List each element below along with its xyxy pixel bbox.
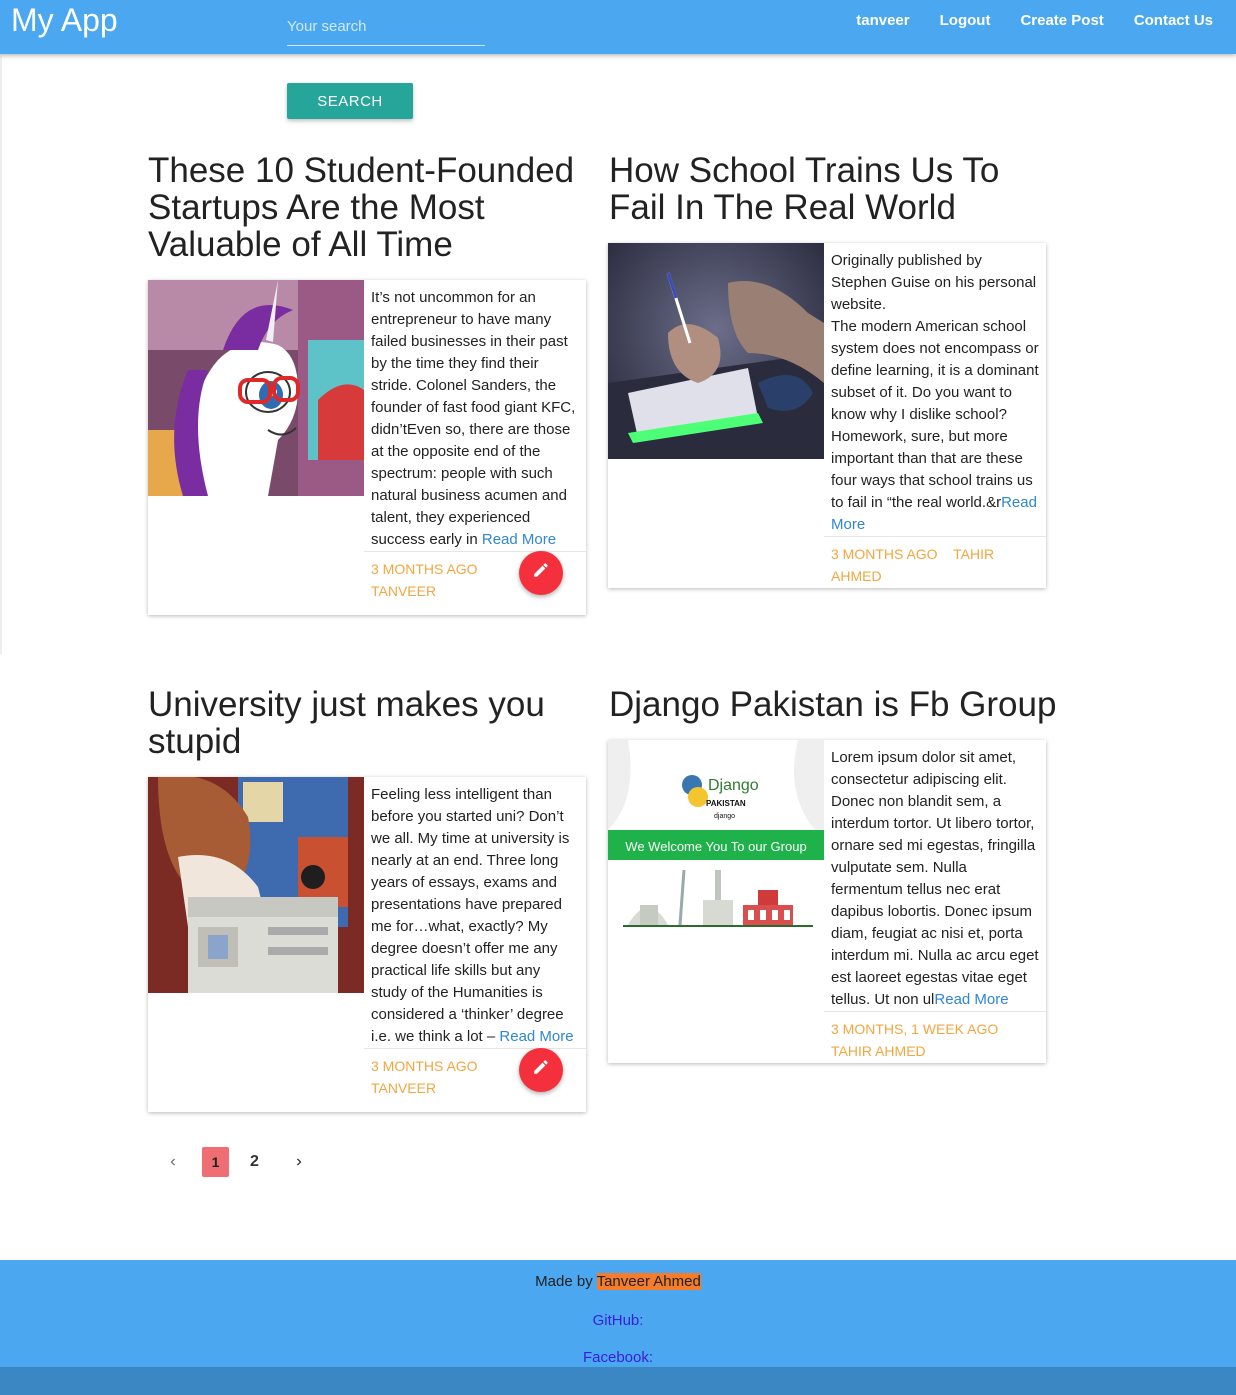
post-card: Feeling less intelligent than before you… [148,777,586,1112]
facebook-link[interactable]: Facebook: [0,1349,1236,1366]
nav-logout-link[interactable]: Logout [940,0,991,42]
nav-create-post-link[interactable]: Create Post [1020,0,1103,42]
page-1-button[interactable]: 1 [202,1147,229,1177]
left-divider [0,54,2,654]
django-logo-sub2: django [714,813,735,820]
post-meta: 3 months ago tanveer [364,551,586,610]
app-brand[interactable]: My App [11,0,118,40]
post-title[interactable]: Django Pakistan is Fb Group [609,686,1069,723]
pencil-icon [532,561,550,585]
read-more-link[interactable]: Read More [482,531,556,548]
post-meta: 3 months, 1 week ago tahir ahmed [824,1011,1046,1070]
top-navbar: My App tanveer Logout Create Post Contac… [0,0,1236,54]
post-title[interactable]: University just makes you stupid [148,686,588,760]
page-2-button[interactable]: 2 [241,1147,268,1177]
post-card: It’s not uncommon for an entrepreneur to… [148,280,586,615]
post-excerpt-text: Lorem ipsum dolor sit amet, consectetur … [831,749,1039,1008]
author-name: Tanveer Ahmed [596,1273,701,1290]
post-excerpt-text: Feeling less intelligent than before you… [371,786,570,1045]
pagination: 1 2 [160,1146,312,1178]
post-image-django-pakistan: Django PAKISTAN django We Welcome You To… [608,740,824,956]
post-time: 3 months, 1 week ago [831,1021,999,1037]
post-card: Django PAKISTAN django We Welcome You To… [608,740,1046,1063]
post-excerpt-text: Originally published by Stephen Guise on… [831,252,1039,511]
read-more-link[interactable]: Read More [499,1028,573,1045]
made-by-text: Made by Tanveer Ahmed [0,1273,1236,1290]
django-banner-text: We Welcome You To our Group [625,839,806,854]
django-logo-sub: PAKISTAN [706,799,746,808]
post-excerpt: It’s not uncommon for an entrepreneur to… [364,280,586,551]
post-title[interactable]: These 10 Student-Founded Startups Are th… [148,152,588,263]
edit-post-button[interactable] [519,551,563,595]
made-by-label: Made by [535,1273,597,1290]
search-input[interactable] [287,8,485,46]
post-title[interactable]: How School Trains Us To Fail In The Real… [609,152,1049,226]
github-link[interactable]: GitHub: [0,1312,1236,1329]
search-button[interactable]: SEARCH [287,83,413,119]
post-author: tahir ahmed [831,1043,926,1059]
chevron-right-icon [292,1149,306,1174]
post-time: 3 months ago [831,546,938,562]
post-meta: 3 months ago tanveer [364,1048,586,1107]
post-excerpt-text: It’s not uncommon for an entrepreneur to… [371,289,576,548]
post-image-unicorn [148,280,364,496]
nav-links: tanveer Logout Create Post Contact Us [826,0,1213,42]
pencil-icon [532,1058,550,1082]
chevron-left-icon [166,1149,180,1174]
django-logo-text: Django [708,777,759,794]
next-page-button[interactable] [286,1149,312,1175]
read-more-link[interactable]: Read More [934,991,1008,1008]
post-card: Originally published by Stephen Guise on… [608,243,1046,588]
edit-post-button[interactable] [519,1048,563,1092]
post-image-photocopier [148,777,364,993]
post-meta: 3 months ago tahir ahmed [824,536,1046,595]
page-footer: Made by Tanveer Ahmed GitHub: Facebook: [0,1260,1236,1367]
post-excerpt: Originally published by Stephen Guise on… [824,243,1046,536]
footer-bottom-bar [0,1367,1236,1395]
prev-page-button[interactable] [160,1149,186,1175]
nav-contact-link[interactable]: Contact Us [1134,0,1213,42]
post-image-studying [608,243,824,459]
post-excerpt: Feeling less intelligent than before you… [364,777,586,1048]
post-excerpt: Lorem ipsum dolor sit amet, consectetur … [824,740,1046,1011]
nav-user-link[interactable]: tanveer [856,0,909,42]
